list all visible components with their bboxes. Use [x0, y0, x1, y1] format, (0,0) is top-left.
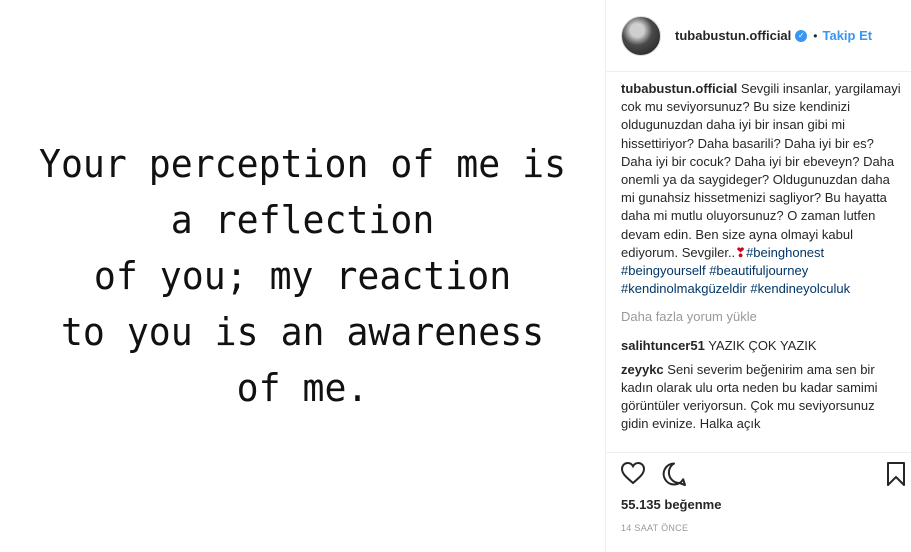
quote-line: of you; my reaction — [93, 254, 512, 298]
comment-username[interactable]: zeyykc — [621, 362, 664, 377]
hashtag-link[interactable]: #beingyourself — [621, 263, 706, 278]
quote-line: of me. — [236, 366, 369, 410]
instagram-post-view: Your perception of me is a reflection of… — [0, 0, 911, 552]
likes-count[interactable]: 55.135 beğenme — [621, 497, 721, 512]
heart-outline-icon[interactable] — [620, 461, 646, 490]
post-header: tubabustun.official ✓ • Takip Et — [606, 0, 911, 72]
post-image[interactable]: Your perception of me is a reflection of… — [0, 0, 605, 552]
hashtag-link[interactable]: #kendineyolculuk — [750, 281, 850, 296]
comments-list[interactable]: tubabustun.official Sevgili insanlar, ya… — [621, 80, 903, 452]
action-bar — [606, 453, 911, 495]
header-username[interactable]: tubabustun.official — [675, 28, 791, 43]
hashtag-link[interactable]: #beautifuljourney — [709, 263, 808, 278]
quote-line: Your perception of me is — [38, 142, 567, 186]
heart-emoji: ❣ — [735, 244, 747, 260]
comment-item: zeyykc Seni severim beğenirim ama sen bi… — [621, 361, 903, 434]
comment-item: salihtuncer51 YAZIK ÇOK YAZIK — [621, 337, 903, 355]
bookmark-icon[interactable] — [886, 461, 906, 492]
avatar[interactable] — [621, 15, 661, 56]
caption-username[interactable]: tubabustun.official — [621, 81, 737, 96]
verified-badge-icon: ✓ — [795, 29, 808, 42]
post-timestamp: 14 SAAT ÖNCE — [621, 523, 689, 533]
comment-bubble-icon[interactable] — [661, 461, 687, 492]
comment-username[interactable]: salihtuncer51 — [621, 338, 705, 353]
quote-line: to you is an awareness — [60, 310, 545, 354]
follow-button[interactable]: Takip Et — [822, 28, 872, 43]
caption-text: Sevgili insanlar, yargilamayi cok mu sev… — [621, 81, 901, 260]
post-actions-area: 55.135 beğenme 14 SAAT ÖNCE — [606, 452, 911, 552]
post-sidebar: tubabustun.official ✓ • Takip Et tubabus… — [605, 0, 911, 552]
caption: tubabustun.official Sevgili insanlar, ya… — [621, 80, 903, 298]
quote-line: a reflection — [170, 198, 435, 242]
hashtag-link[interactable]: #kendinolmakgüzeldir — [621, 281, 747, 296]
separator-dot: • — [813, 28, 818, 43]
load-more-comments-link[interactable]: Daha fazla yorum yükle — [621, 308, 903, 326]
hashtag-link[interactable]: #beinghonest — [746, 245, 824, 260]
comment-text: YAZIK ÇOK YAZIK — [708, 337, 817, 353]
quote-text: Your perception of me is a reflection of… — [39, 136, 566, 416]
